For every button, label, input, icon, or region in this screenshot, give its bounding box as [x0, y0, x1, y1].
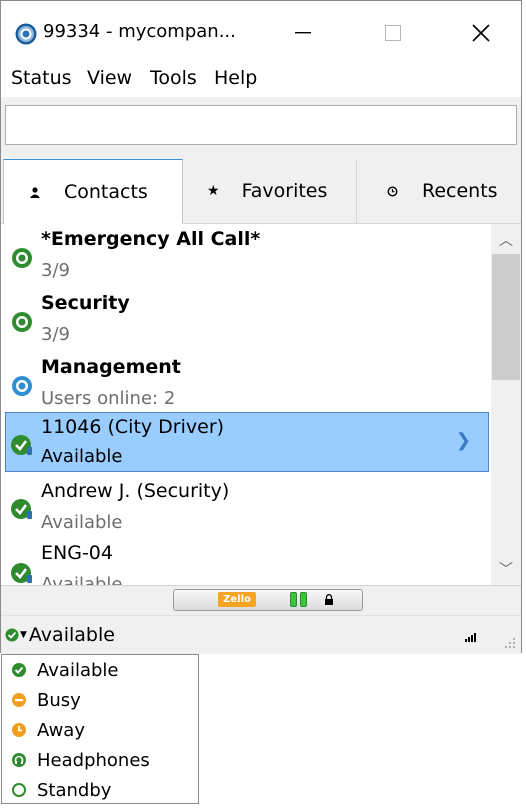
signal-led-icon: [300, 592, 307, 607]
contact-name: Security: [41, 292, 130, 314]
contact-row-11046[interactable]: 11046 (City Driver) Available ❯: [5, 412, 489, 472]
contact-row-security[interactable]: Security 3/9: [1, 288, 489, 350]
check-icon: [12, 663, 26, 677]
status-option-headphones[interactable]: Headphones: [2, 745, 198, 775]
channel-online-icon: [12, 312, 32, 332]
contact-row-emergency-all-call[interactable]: *Emergency All Call* 3/9: [1, 224, 489, 286]
current-status-label: Available: [28, 624, 115, 646]
maximize-icon: [385, 25, 401, 41]
status-bar: ▼ Available: [1, 615, 521, 654]
status-option-away[interactable]: Away: [2, 715, 198, 745]
scroll-up-icon[interactable]: ︿: [491, 230, 521, 250]
chevron-right-icon[interactable]: ❯: [456, 430, 471, 451]
user-available-icon: [11, 563, 32, 583]
lock-icon: [325, 594, 333, 605]
title-bar[interactable]: 99334 - mycompan...: [1, 1, 521, 63]
contact-name: Management: [41, 356, 181, 378]
tab-recents-label: Recents: [422, 180, 498, 202]
contact-sub: Available: [41, 446, 123, 467]
contact-sub: Users online: 2: [41, 388, 176, 409]
dropdown-arrow-icon: ▼: [20, 630, 27, 640]
signal-strength-icon: [465, 633, 476, 642]
status-available-icon: [5, 628, 19, 642]
scroll-down-icon[interactable]: ﹀: [491, 559, 521, 579]
contact-row-andrew-j[interactable]: Andrew J. (Security) Available: [1, 476, 489, 538]
contact-list: *Emergency All Call* 3/9 Security 3/9 Ma…: [1, 224, 491, 585]
menu-bar: Status View Tools Help: [1, 65, 521, 95]
contact-name: *Emergency All Call*: [41, 228, 261, 250]
tab-favorites[interactable]: ★ Favorites: [183, 159, 357, 223]
contact-sub: Available: [41, 512, 123, 533]
status-option-busy[interactable]: Busy: [2, 685, 198, 715]
tab-recents[interactable]: Recents: [357, 159, 521, 223]
status-option-available[interactable]: Available: [2, 655, 198, 685]
contact-sub: 3/9: [41, 324, 70, 345]
status-option-label: Away: [37, 719, 85, 741]
tab-contacts[interactable]: Contacts: [3, 159, 183, 224]
push-to-talk-bar: Zello: [1, 585, 521, 616]
close-button[interactable]: [451, 15, 511, 51]
headphones-icon: [12, 753, 26, 767]
status-option-label: Standby: [37, 779, 112, 801]
tab-contacts-label: Contacts: [64, 181, 148, 203]
push-to-talk-button[interactable]: Zello: [173, 589, 363, 611]
contact-row-management[interactable]: Management Users online: 2: [1, 352, 489, 414]
menu-view[interactable]: View: [87, 67, 132, 89]
status-option-label: Available: [37, 659, 119, 681]
contact-name: Andrew J. (Security): [41, 480, 230, 502]
menu-help[interactable]: Help: [214, 67, 257, 89]
status-option-label: Headphones: [37, 749, 150, 771]
maximize-button[interactable]: [363, 15, 423, 51]
person-icon: [30, 186, 40, 198]
tab-favorites-label: Favorites: [241, 180, 328, 202]
status-selector[interactable]: ▼ Available: [5, 624, 115, 646]
contact-name: ENG-04: [41, 542, 113, 564]
user-available-icon: [11, 499, 32, 519]
status-option-standby[interactable]: Standby: [2, 775, 198, 805]
menu-status[interactable]: Status: [11, 67, 72, 89]
minimize-icon: [295, 32, 311, 34]
search-area: [1, 97, 521, 159]
scroll-thumb[interactable]: [492, 254, 520, 380]
status-option-label: Busy: [37, 689, 81, 711]
contact-list-scrollbar[interactable]: ︿ ﹀: [491, 224, 521, 585]
channel-icon: [12, 376, 32, 396]
resize-grip-icon[interactable]: [501, 636, 517, 650]
zello-app-icon: [15, 23, 37, 45]
star-icon: ★: [207, 183, 220, 199]
tab-bar: Contacts ★ Favorites Recents: [1, 159, 521, 224]
search-input[interactable]: [5, 105, 517, 145]
contact-row-eng-04[interactable]: ENG-04 Available: [1, 540, 489, 585]
channel-online-icon: [12, 248, 32, 268]
contact-sub: 3/9: [41, 260, 70, 281]
status-dropdown-menu: Available Busy Away Headphones Standby: [1, 654, 199, 804]
user-available-icon: [11, 435, 32, 455]
contact-name: 11046 (City Driver): [41, 416, 225, 438]
ring-icon: [12, 783, 26, 797]
contact-sub: Available: [41, 574, 123, 585]
menu-tools[interactable]: Tools: [150, 67, 197, 89]
minus-icon: [12, 693, 26, 707]
close-icon: [472, 24, 490, 42]
clock-icon: [12, 723, 26, 737]
window-title: 99334 - mycompan...: [43, 21, 236, 42]
minimize-button[interactable]: [273, 15, 333, 51]
app-window: 99334 - mycompan... Status View Tools He…: [0, 0, 522, 654]
zello-logo: Zello: [218, 592, 256, 607]
signal-led-icon: [290, 592, 297, 607]
clock-icon: [387, 185, 398, 197]
